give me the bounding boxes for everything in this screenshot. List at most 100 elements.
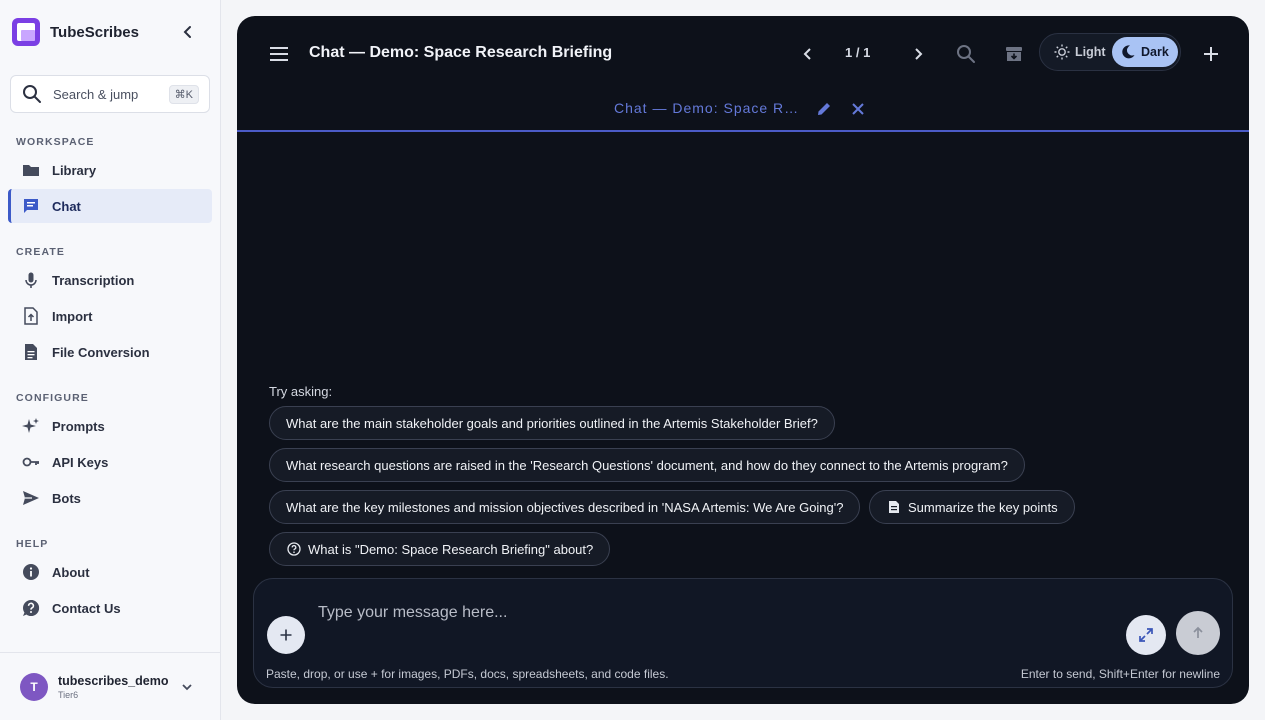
- sidebar-item-label: Import: [52, 308, 93, 324]
- suggestion-text: What is "Demo: Space Research Briefing" …: [308, 541, 594, 557]
- help-icon: [22, 599, 40, 617]
- search-label: Search & jump: [53, 86, 139, 102]
- sidebar-item-label: Bots: [52, 490, 81, 506]
- suggestions-label: Try asking:: [269, 384, 333, 399]
- sidebar-item-api-keys[interactable]: API Keys: [8, 445, 212, 479]
- top-bar: Chat — Demo: Space Research Briefing 1 /…: [237, 16, 1249, 92]
- suggestion-text: What are the main stakeholder goals and …: [286, 415, 818, 431]
- suggestion-text: What are the key milestones and mission …: [286, 499, 844, 515]
- attach-button[interactable]: [267, 616, 305, 654]
- rename-tab-button[interactable]: [815, 100, 833, 118]
- moon-icon: [1122, 45, 1135, 59]
- plus-icon: [280, 629, 292, 641]
- message-composer: Paste, drop, or use + for images, PDFs, …: [253, 578, 1233, 688]
- section-label-workspace: WORKSPACE: [16, 136, 95, 148]
- key-icon: [22, 453, 40, 471]
- sidebar: TubeScribes Search & jump ⌘K WORKSPACE L…: [0, 0, 221, 720]
- message-input[interactable]: [318, 601, 1098, 625]
- avatar: T: [20, 672, 48, 701]
- app-logo-icon: [12, 18, 40, 46]
- sidebar-item-import[interactable]: Import: [8, 299, 212, 333]
- theme-light-label: Light: [1075, 45, 1106, 59]
- chat-panel: Chat — Demo: Space Research Briefing 1 /…: [237, 16, 1249, 704]
- folder-icon: [22, 161, 40, 179]
- sparkle-icon: [22, 417, 40, 435]
- close-tab-button[interactable]: [849, 100, 867, 118]
- document-icon: [22, 343, 40, 361]
- sidebar-item-label: Transcription: [52, 272, 135, 288]
- collapse-sidebar-button[interactable]: [178, 22, 198, 42]
- new-chat-button[interactable]: [1198, 41, 1224, 67]
- chevron-left-icon: [803, 48, 811, 60]
- suggestion-chip[interactable]: What are the main stakeholder goals and …: [269, 406, 835, 440]
- sidebar-item-file-conversion[interactable]: File Conversion: [8, 335, 212, 369]
- sidebar-item-chat[interactable]: Chat: [8, 189, 212, 223]
- sidebar-item-contact-us[interactable]: Contact Us: [8, 591, 212, 625]
- user-name: tubescribes_demo: [58, 673, 169, 688]
- send-button[interactable]: [1176, 611, 1220, 655]
- page-counter: 1 / 1: [845, 45, 871, 60]
- sidebar-item-label: Library: [52, 162, 97, 178]
- archive-icon: [1006, 47, 1022, 61]
- theme-toggle: Light Dark: [1039, 33, 1181, 71]
- pencil-icon: [818, 103, 830, 115]
- sidebar-item-label: File Conversion: [52, 344, 150, 360]
- search-button[interactable]: [953, 41, 979, 67]
- sidebar-item-library[interactable]: Library: [8, 153, 212, 187]
- sun-icon: [1054, 44, 1070, 60]
- sidebar-item-label: Chat: [52, 198, 81, 214]
- theme-dark-label: Dark: [1141, 45, 1169, 59]
- menu-button[interactable]: [267, 44, 291, 64]
- suggestion-chip[interactable]: What are the key milestones and mission …: [269, 490, 861, 524]
- about-chip[interactable]: What is "Demo: Space Research Briefing" …: [269, 532, 611, 566]
- suggestion-text: What research questions are raised in th…: [286, 457, 1008, 473]
- hamburger-icon: [270, 47, 288, 61]
- search-icon: [21, 83, 43, 105]
- info-icon: [22, 563, 40, 581]
- send-hint: Enter to send, Shift+Enter for newline: [1020, 667, 1220, 681]
- document-icon: [886, 499, 902, 515]
- shortcut-badge: ⌘K: [168, 84, 199, 104]
- sidebar-item-label: Contact Us: [52, 600, 121, 616]
- attachment-hint: Paste, drop, or use + for images, PDFs, …: [266, 667, 669, 681]
- chevron-down-icon: [179, 679, 195, 695]
- arrow-up-icon: [1193, 626, 1203, 638]
- sidebar-item-about[interactable]: About: [8, 555, 212, 589]
- expand-button[interactable]: [1126, 615, 1166, 655]
- sidebar-item-label: Prompts: [52, 418, 105, 434]
- chevron-left-icon: [183, 26, 191, 38]
- summarize-chip[interactable]: Summarize the key points: [869, 490, 1075, 524]
- sidebar-item-transcription[interactable]: Transcription: [8, 263, 212, 297]
- previous-button[interactable]: [795, 41, 821, 67]
- user-tier: Tier6: [58, 689, 79, 700]
- suggestion-chip[interactable]: What research questions are raised in th…: [269, 448, 1025, 482]
- sidebar-item-prompts[interactable]: Prompts: [8, 409, 212, 443]
- plus-icon: [1204, 47, 1218, 61]
- section-label-help: HELP: [16, 538, 49, 550]
- user-menu[interactable]: T tubescribes_demo Tier6: [0, 652, 221, 720]
- app-name: TubeScribes: [50, 23, 139, 41]
- close-icon: [852, 103, 864, 115]
- send-icon: [22, 489, 40, 507]
- user-info: tubescribes_demo Tier6: [58, 674, 179, 700]
- archive-button[interactable]: [1001, 41, 1027, 67]
- sidebar-item-bots[interactable]: Bots: [8, 481, 212, 515]
- brand[interactable]: TubeScribes: [12, 18, 139, 46]
- section-label-configure: CONFIGURE: [16, 392, 89, 404]
- sidebar-item-label: About: [52, 564, 90, 580]
- chat-icon: [22, 197, 40, 215]
- mic-icon: [22, 271, 40, 289]
- search-icon: [957, 45, 975, 63]
- chat-tab: Chat — Demo: Space Research Briefing: [237, 92, 1249, 132]
- page-title: Chat — Demo: Space Research Briefing: [309, 44, 613, 61]
- section-label-create: CREATE: [16, 246, 65, 258]
- help-circle-icon: [286, 541, 302, 557]
- theme-dark-button[interactable]: Dark: [1112, 37, 1178, 67]
- sidebar-item-label: API Keys: [52, 454, 109, 470]
- next-button[interactable]: [905, 41, 931, 67]
- expand-icon: [1139, 628, 1153, 642]
- tab-title[interactable]: Chat — Demo: Space Research Briefing: [614, 100, 804, 116]
- theme-light-button[interactable]: Light: [1044, 37, 1116, 67]
- search-jump-button[interactable]: Search & jump ⌘K: [10, 75, 210, 113]
- chevron-right-icon: [915, 48, 923, 60]
